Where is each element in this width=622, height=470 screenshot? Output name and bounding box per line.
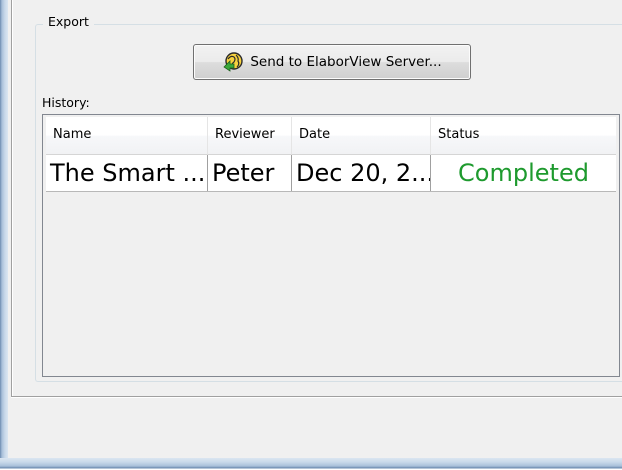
row-status-cell: Completed (458, 159, 589, 187)
table-empty-area (46, 192, 616, 374)
column-header-reviewer[interactable]: Reviewer (208, 117, 292, 155)
window-left-border (0, 0, 8, 464)
history-table[interactable]: Name Reviewer Date Status The Smart ... … (42, 114, 620, 377)
history-table-header: Name Reviewer Date Status (46, 117, 616, 155)
table-row[interactable]: The Smart ... Peter Dec 20, 2... Complet… (46, 155, 616, 192)
column-header-date[interactable]: Date (292, 117, 431, 155)
export-group-title: Export (43, 14, 94, 30)
history-label: History: (42, 95, 90, 110)
column-header-status[interactable]: Status (431, 117, 616, 155)
globe-arrow-icon (222, 51, 244, 73)
column-header-name[interactable]: Name (46, 117, 208, 155)
send-to-server-button[interactable]: Send to ElaborView Server... (193, 44, 471, 80)
row-reviewer-cell: Peter (208, 155, 292, 191)
row-date-cell: Dec 20, 2... (292, 155, 431, 191)
send-button-label: Send to ElaborView Server... (250, 54, 442, 70)
row-name-cell: The Smart ... (46, 155, 208, 191)
window-bottom-border (0, 458, 622, 470)
